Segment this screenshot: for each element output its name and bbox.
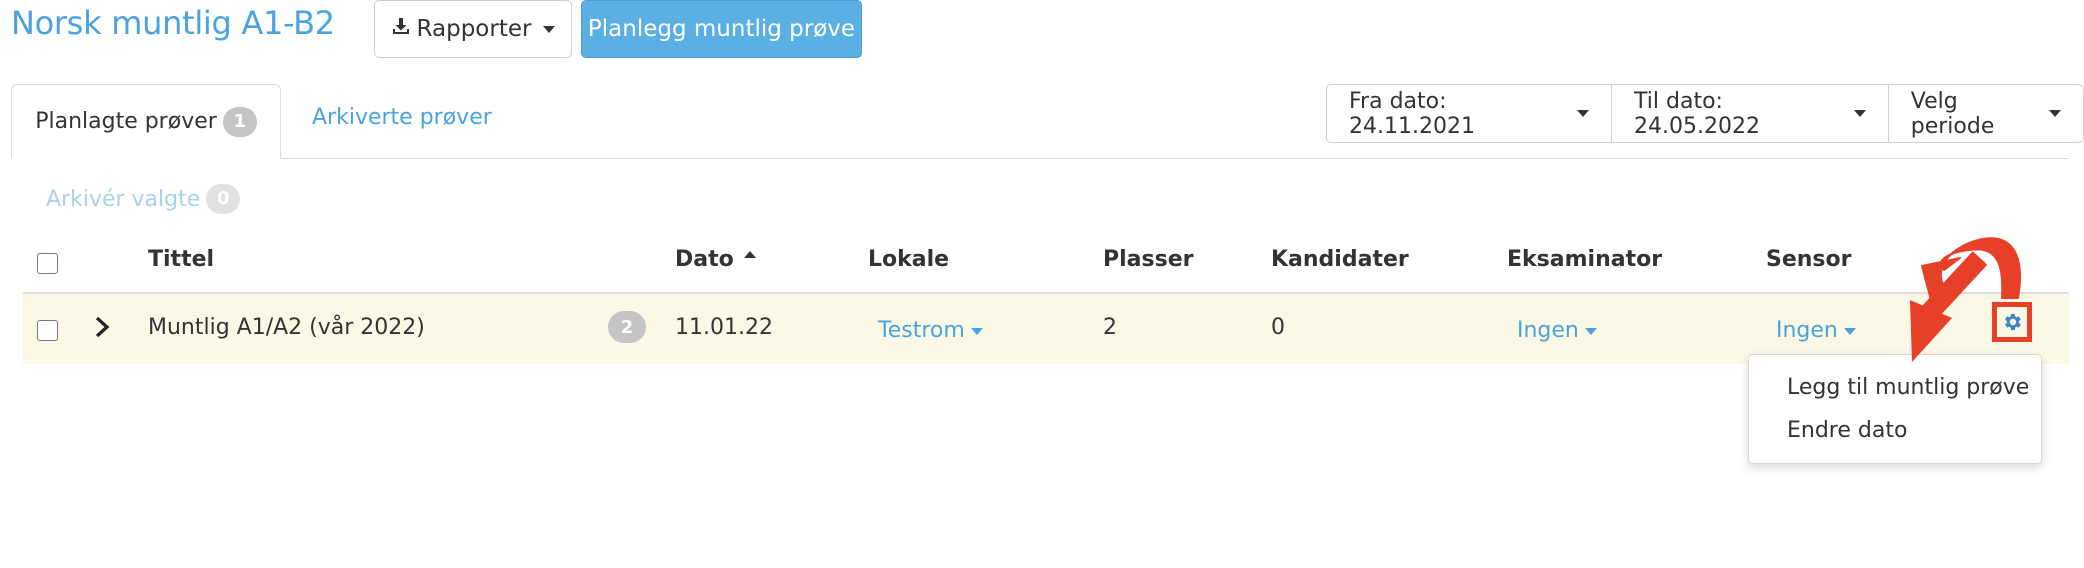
column-header-examiner[interactable]: Eksaminator bbox=[1507, 247, 1662, 272]
row-seats: 2 bbox=[1103, 315, 1117, 340]
select-all-checkbox[interactable] bbox=[37, 253, 58, 274]
sensor-label: Ingen bbox=[1776, 318, 1838, 343]
column-header-sensor[interactable]: Sensor bbox=[1766, 247, 1852, 272]
menu-item-change-date[interactable]: Endre dato bbox=[1787, 418, 1907, 443]
column-header-location[interactable]: Lokale bbox=[868, 247, 949, 272]
caret-down-icon bbox=[1584, 327, 1597, 335]
plan-oral-exam-label: Planlegg muntlig prøve bbox=[587, 16, 856, 42]
gear-icon bbox=[1997, 307, 2027, 337]
row-checkbox[interactable] bbox=[37, 320, 58, 341]
tab-archived-exams[interactable]: Arkiverte prøver bbox=[312, 105, 492, 130]
row-date: 11.01.22 bbox=[675, 315, 773, 340]
from-date-label: Fra dato: 24.11.2021 bbox=[1349, 88, 1475, 139]
location-dropdown[interactable]: Testrom bbox=[878, 318, 983, 343]
column-header-date[interactable]: Dato bbox=[675, 247, 756, 272]
tabs-divider bbox=[11, 158, 2069, 159]
menu-item-add-oral-exam[interactable]: Legg til muntlig prøve bbox=[1787, 375, 2029, 400]
reports-label: Rapporter bbox=[416, 16, 532, 42]
to-date-label: Til dato: 24.05.2022 bbox=[1634, 88, 1760, 139]
tab-planned-exams-label: Planlagte prøver bbox=[35, 109, 217, 134]
download-icon bbox=[391, 16, 411, 42]
archive-selected-label: Arkivér valgte bbox=[46, 186, 201, 212]
sensor-dropdown[interactable]: Ingen bbox=[1776, 318, 1856, 343]
planned-count-badge: 1 bbox=[222, 106, 257, 137]
page-title: Norsk muntlig A1-B2 bbox=[11, 4, 335, 42]
caret-down-icon bbox=[1577, 110, 1590, 117]
examiner-dropdown[interactable]: Ingen bbox=[1517, 318, 1597, 343]
column-header-date-label: Dato bbox=[675, 247, 734, 272]
reports-button[interactable]: Rapporter bbox=[374, 0, 572, 58]
row-settings-button[interactable] bbox=[1992, 302, 2032, 342]
chevron-right-icon[interactable] bbox=[94, 316, 110, 342]
sort-ascending-icon bbox=[743, 250, 756, 258]
row-title: Muntlig A1/A2 (vår 2022) bbox=[148, 315, 425, 340]
period-label: Velg periode bbox=[1910, 88, 1995, 139]
column-header-title[interactable]: Tittel bbox=[148, 247, 214, 272]
caret-down-icon bbox=[970, 327, 983, 335]
caret-down-icon bbox=[2049, 110, 2062, 117]
column-header-candidates[interactable]: Kandidater bbox=[1271, 247, 1409, 272]
archive-selected-button[interactable]: Arkivér valgte 0 bbox=[46, 184, 241, 214]
archive-count-badge: 0 bbox=[206, 184, 241, 214]
to-date-dropdown[interactable]: Til dato: 24.05.2022 bbox=[1612, 85, 1889, 142]
caret-down-icon bbox=[1853, 110, 1866, 117]
date-filter-group: Fra dato: 24.11.2021 Til dato: 24.05.202… bbox=[1326, 84, 2084, 143]
period-dropdown[interactable]: Velg periode bbox=[1889, 85, 2083, 142]
examiner-label: Ingen bbox=[1517, 318, 1579, 343]
plan-oral-exam-button[interactable]: Planlegg muntlig prøve bbox=[581, 0, 862, 58]
location-label: Testrom bbox=[878, 318, 965, 343]
row-candidates: 0 bbox=[1271, 315, 1285, 340]
tab-planned-exams[interactable]: Planlagte prøver 1 bbox=[11, 84, 281, 159]
caret-down-icon bbox=[1843, 327, 1856, 335]
row-context-menu: Legg til muntlig prøve Endre dato bbox=[1748, 354, 2042, 464]
row-count-badge: 2 bbox=[608, 311, 646, 343]
caret-down-icon bbox=[543, 25, 556, 33]
column-header-seats[interactable]: Plasser bbox=[1103, 247, 1193, 272]
from-date-dropdown[interactable]: Fra dato: 24.11.2021 bbox=[1327, 85, 1613, 142]
